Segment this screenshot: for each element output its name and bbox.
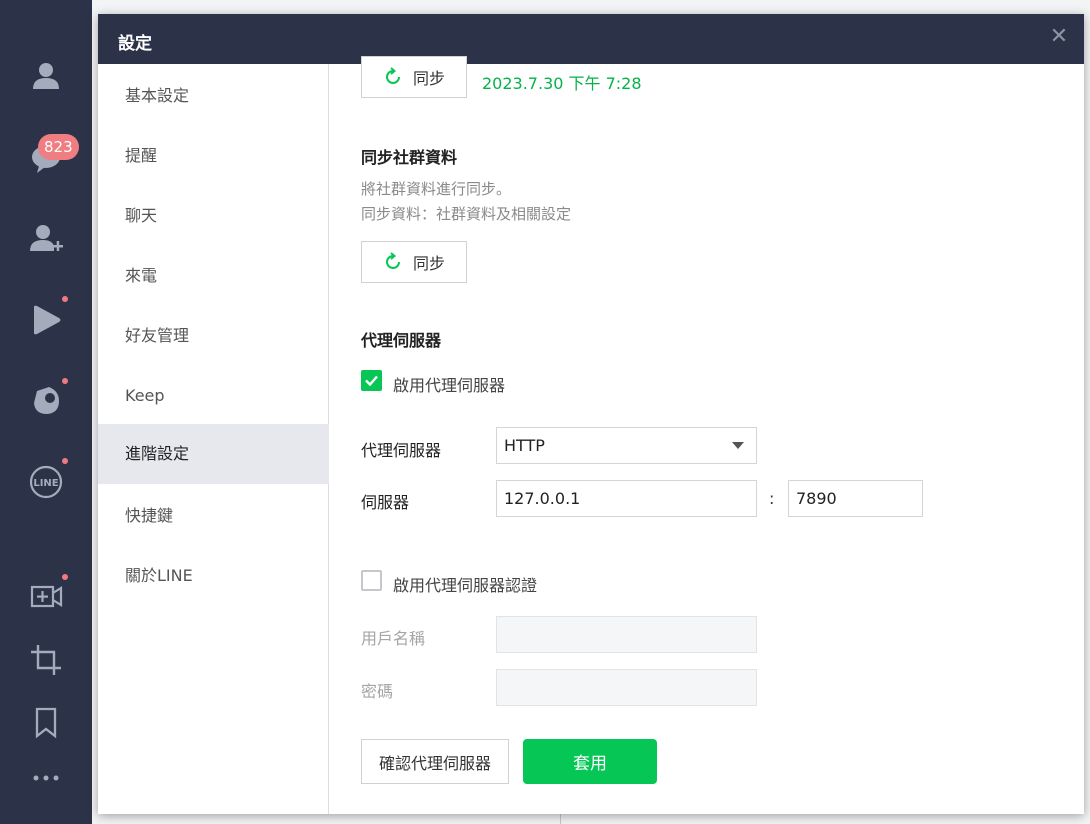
enable-proxy-label[interactable]: 啟用代理伺服器	[393, 372, 505, 396]
profile-icon[interactable]	[22, 52, 70, 100]
settings-content: 同步 2023.7.30 下午 7:28 同步社群資料 將社群資料進行同步。 同…	[330, 56, 1084, 814]
nav-item-friends[interactable]: 好友管理	[98, 306, 329, 366]
settings-dialog: 設定 ✕ 基本設定 提醒 聊天 來電 好友管理 Keep 進階設定 快捷鍵 關於…	[98, 14, 1084, 814]
crop-icon[interactable]	[22, 636, 70, 684]
proxy-type-value: HTTP	[504, 436, 545, 455]
enable-proxy-checkbox[interactable]	[361, 370, 382, 391]
community-sync-button-label: 同步	[412, 254, 445, 273]
last-sync-time: 2023.7.30 下午 7:28	[482, 74, 642, 93]
community-sync-desc: 將社群資料進行同步。	[361, 180, 512, 198]
nav-item-notifications[interactable]: 提醒	[98, 126, 329, 186]
line-icon[interactable]: LINE	[22, 458, 70, 506]
refresh-icon	[386, 67, 400, 84]
voom-notification-dot	[62, 378, 68, 384]
play-notification-dot	[62, 296, 68, 302]
confirm-proxy-button[interactable]: 確認代理伺服器	[361, 739, 509, 784]
nav-item-shortcuts[interactable]: 快捷鍵	[98, 486, 329, 546]
dialog-title: 設定	[118, 34, 152, 54]
app-sidebar: 823 LINE	[0, 0, 92, 824]
proxy-type-select[interactable]: HTTP	[496, 427, 757, 464]
more-icon[interactable]	[22, 754, 70, 802]
proxy-section-title: 代理伺服器	[361, 331, 442, 350]
server-label: 伺服器	[361, 493, 410, 512]
password-input[interactable]	[496, 669, 757, 706]
username-label: 用戶名稱	[361, 629, 426, 648]
nav-item-keep[interactable]: Keep	[98, 366, 329, 426]
username-input[interactable]	[496, 616, 757, 653]
svg-text:LINE: LINE	[33, 478, 58, 489]
nav-item-basic[interactable]: 基本設定	[98, 66, 329, 126]
host-port-separator: :	[769, 489, 775, 508]
bookmark-icon[interactable]	[22, 698, 70, 746]
community-sync-button[interactable]: 同步	[361, 241, 467, 283]
community-sync-title: 同步社群資料	[361, 148, 458, 167]
checkmark-icon	[365, 375, 378, 387]
chevron-down-icon	[732, 442, 744, 449]
dialog-header: 設定 ✕	[98, 14, 1084, 64]
nav-item-calls[interactable]: 來電	[98, 246, 329, 306]
close-icon[interactable]: ✕	[1048, 26, 1070, 48]
enable-proxy-auth-label[interactable]: 啟用代理伺服器認證	[393, 572, 537, 596]
nav-item-chats[interactable]: 聊天	[98, 186, 329, 246]
server-host-input[interactable]: 127.0.0.1	[496, 480, 757, 517]
community-sync-detail: 同步資料：社群資料及相關設定	[361, 205, 572, 223]
video-notification-dot	[62, 574, 68, 580]
refresh-icon	[386, 252, 400, 269]
chat-unread-badge: 823	[38, 134, 79, 160]
server-port-input[interactable]: 7890	[788, 480, 923, 517]
password-label: 密碼	[361, 682, 394, 701]
apply-button[interactable]: 套用	[523, 739, 657, 784]
add-friend-icon[interactable]	[22, 214, 70, 262]
enable-proxy-auth-checkbox[interactable]	[361, 570, 382, 591]
line-notification-dot	[62, 458, 68, 464]
sync-button-label: 同步	[412, 69, 445, 88]
nav-item-about[interactable]: 關於LINE	[98, 546, 329, 606]
sync-button[interactable]: 同步	[361, 56, 467, 98]
play-icon[interactable]	[22, 296, 70, 344]
nav-item-advanced[interactable]: 進階設定	[98, 424, 329, 484]
settings-nav: 基本設定 提醒 聊天 來電 好友管理 Keep 進階設定 快捷鍵 關於LINE	[98, 64, 329, 814]
proxy-type-label: 代理伺服器	[361, 441, 442, 460]
